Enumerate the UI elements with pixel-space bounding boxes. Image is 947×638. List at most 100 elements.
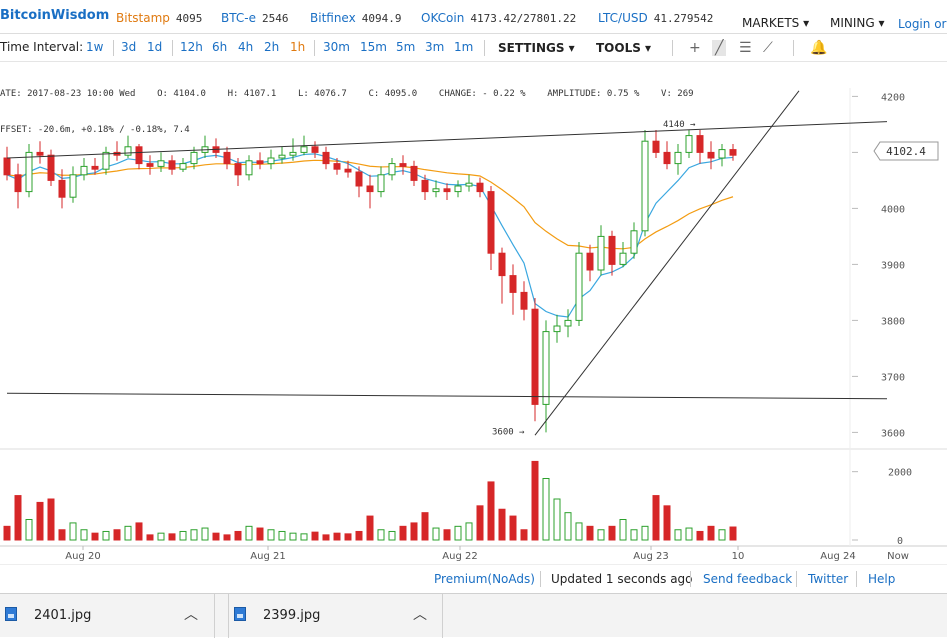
volume-bar[interactable] <box>575 522 583 541</box>
help-link[interactable]: Help <box>868 572 895 586</box>
volume-bar[interactable] <box>80 529 88 541</box>
volume-bar[interactable] <box>25 519 33 541</box>
interval-1w[interactable]: 1w <box>86 40 103 54</box>
volume-bar[interactable] <box>36 501 44 541</box>
candle-body[interactable] <box>487 191 495 254</box>
candle-body[interactable] <box>454 185 462 193</box>
candle-body[interactable] <box>520 291 528 310</box>
candle-body[interactable] <box>729 149 737 156</box>
candle-body[interactable] <box>36 151 44 156</box>
candle-body[interactable] <box>498 252 506 277</box>
fib-tool-icon[interactable]: ⟋ <box>763 40 773 56</box>
candle-body[interactable] <box>245 160 253 176</box>
volume-bar[interactable] <box>432 527 440 541</box>
tools-dropdown[interactable]: TOOLS ▾ <box>596 41 651 55</box>
candle-body[interactable] <box>58 179 66 198</box>
exchange-bitstamp[interactable]: Bitstamp 4095 <box>116 11 202 25</box>
download-item[interactable]: 2399.jpg ︿ <box>228 594 443 638</box>
bell-icon[interactable]: 🔔 <box>810 40 827 56</box>
volume-bar[interactable] <box>707 525 715 541</box>
download-item[interactable]: 2401.jpg ︿ <box>0 594 215 638</box>
candle-body[interactable] <box>685 135 693 153</box>
login-link[interactable]: Login or <box>898 17 946 31</box>
interval-4h[interactable]: 4h <box>238 40 253 54</box>
site-logo[interactable]: BitcoinWisdom <box>0 8 109 23</box>
volume-bar[interactable] <box>102 530 110 541</box>
chevron-up-icon[interactable]: ︿ <box>184 604 198 624</box>
volume-bar[interactable] <box>388 530 396 541</box>
line-tool-icon[interactable]: ╱ <box>712 40 727 56</box>
settings-dropdown[interactable]: SETTINGS ▾ <box>498 41 575 55</box>
interval-1d[interactable]: 1d <box>147 40 162 54</box>
trendline-support-horizontal[interactable] <box>6 392 888 400</box>
exchange-ltcusd[interactable]: LTC/USD 41.279542 <box>598 11 713 25</box>
candle-body[interactable] <box>575 252 583 321</box>
candle-body[interactable] <box>322 151 330 165</box>
interval-12h[interactable]: 12h <box>180 40 203 54</box>
volume-bar[interactable] <box>509 515 517 541</box>
volume-bar[interactable] <box>58 529 66 541</box>
candle-body[interactable] <box>190 151 198 165</box>
volume-bar[interactable] <box>366 515 374 541</box>
volume-bar[interactable] <box>564 512 572 541</box>
candle-body[interactable] <box>630 230 638 254</box>
candle-body[interactable] <box>333 163 341 170</box>
trendline-resistance[interactable] <box>6 121 888 159</box>
candle-body[interactable] <box>47 154 55 181</box>
volume-bar[interactable] <box>476 505 484 541</box>
interval-30m[interactable]: 30m <box>323 40 350 54</box>
volume-bar[interactable] <box>652 495 660 541</box>
candle-body[interactable] <box>256 160 264 165</box>
volume-bar[interactable] <box>135 522 143 541</box>
volume-bar[interactable] <box>597 529 605 541</box>
candle-body[interactable] <box>674 151 682 165</box>
volume-bar[interactable] <box>718 529 726 541</box>
candle-body[interactable] <box>465 182 473 187</box>
candle-body[interactable] <box>718 149 726 159</box>
volume-bar[interactable] <box>146 534 154 541</box>
interval-15m[interactable]: 15m <box>360 40 387 54</box>
hline-tool-icon[interactable]: ☰ <box>739 40 752 56</box>
candle-body[interactable] <box>234 163 242 176</box>
candle-body[interactable] <box>311 146 319 153</box>
candle-body[interactable] <box>157 160 165 167</box>
candle-body[interactable] <box>421 179 429 193</box>
volume-bar[interactable] <box>421 512 429 541</box>
candle-body[interactable] <box>25 151 33 193</box>
candle-body[interactable] <box>278 154 286 159</box>
volume-bar[interactable] <box>113 529 121 541</box>
candle-body[interactable] <box>542 331 550 405</box>
interval-1h[interactable]: 1h <box>290 40 305 54</box>
candle-body[interactable] <box>377 174 385 193</box>
candle-body[interactable] <box>432 188 440 193</box>
exchange-btce[interactable]: BTC-e 2546 <box>221 11 288 25</box>
candle-body[interactable] <box>80 165 88 176</box>
candle-body[interactable] <box>509 275 517 293</box>
candle-body[interactable] <box>399 163 407 167</box>
twitter-link[interactable]: Twitter <box>808 572 848 586</box>
candle-body[interactable] <box>300 146 308 153</box>
volume-bar[interactable] <box>608 525 616 541</box>
volume-bar[interactable] <box>190 529 198 541</box>
volume-bar[interactable] <box>663 505 671 541</box>
volume-bar[interactable] <box>630 529 638 541</box>
volume-bar[interactable] <box>399 525 407 541</box>
volume-bar[interactable] <box>377 529 385 541</box>
volume-bar[interactable] <box>333 532 341 541</box>
candle-body[interactable] <box>597 235 605 271</box>
interval-3d[interactable]: 3d <box>121 40 136 54</box>
volume-bar[interactable] <box>47 498 55 541</box>
volume-bar[interactable] <box>168 533 176 541</box>
candle-body[interactable] <box>410 165 418 181</box>
volume-bar[interactable] <box>124 525 132 541</box>
candle-body[interactable] <box>619 252 627 265</box>
candle-body[interactable] <box>69 174 77 198</box>
candle-body[interactable] <box>652 140 660 153</box>
candle-body[interactable] <box>146 163 154 167</box>
candle-body[interactable] <box>366 185 374 193</box>
volume-bar[interactable] <box>542 478 550 541</box>
volume-bar[interactable] <box>553 498 561 541</box>
crosshair-icon[interactable]: + <box>689 40 701 56</box>
volume-bar[interactable] <box>322 534 330 541</box>
interval-3m[interactable]: 3m <box>425 40 444 54</box>
